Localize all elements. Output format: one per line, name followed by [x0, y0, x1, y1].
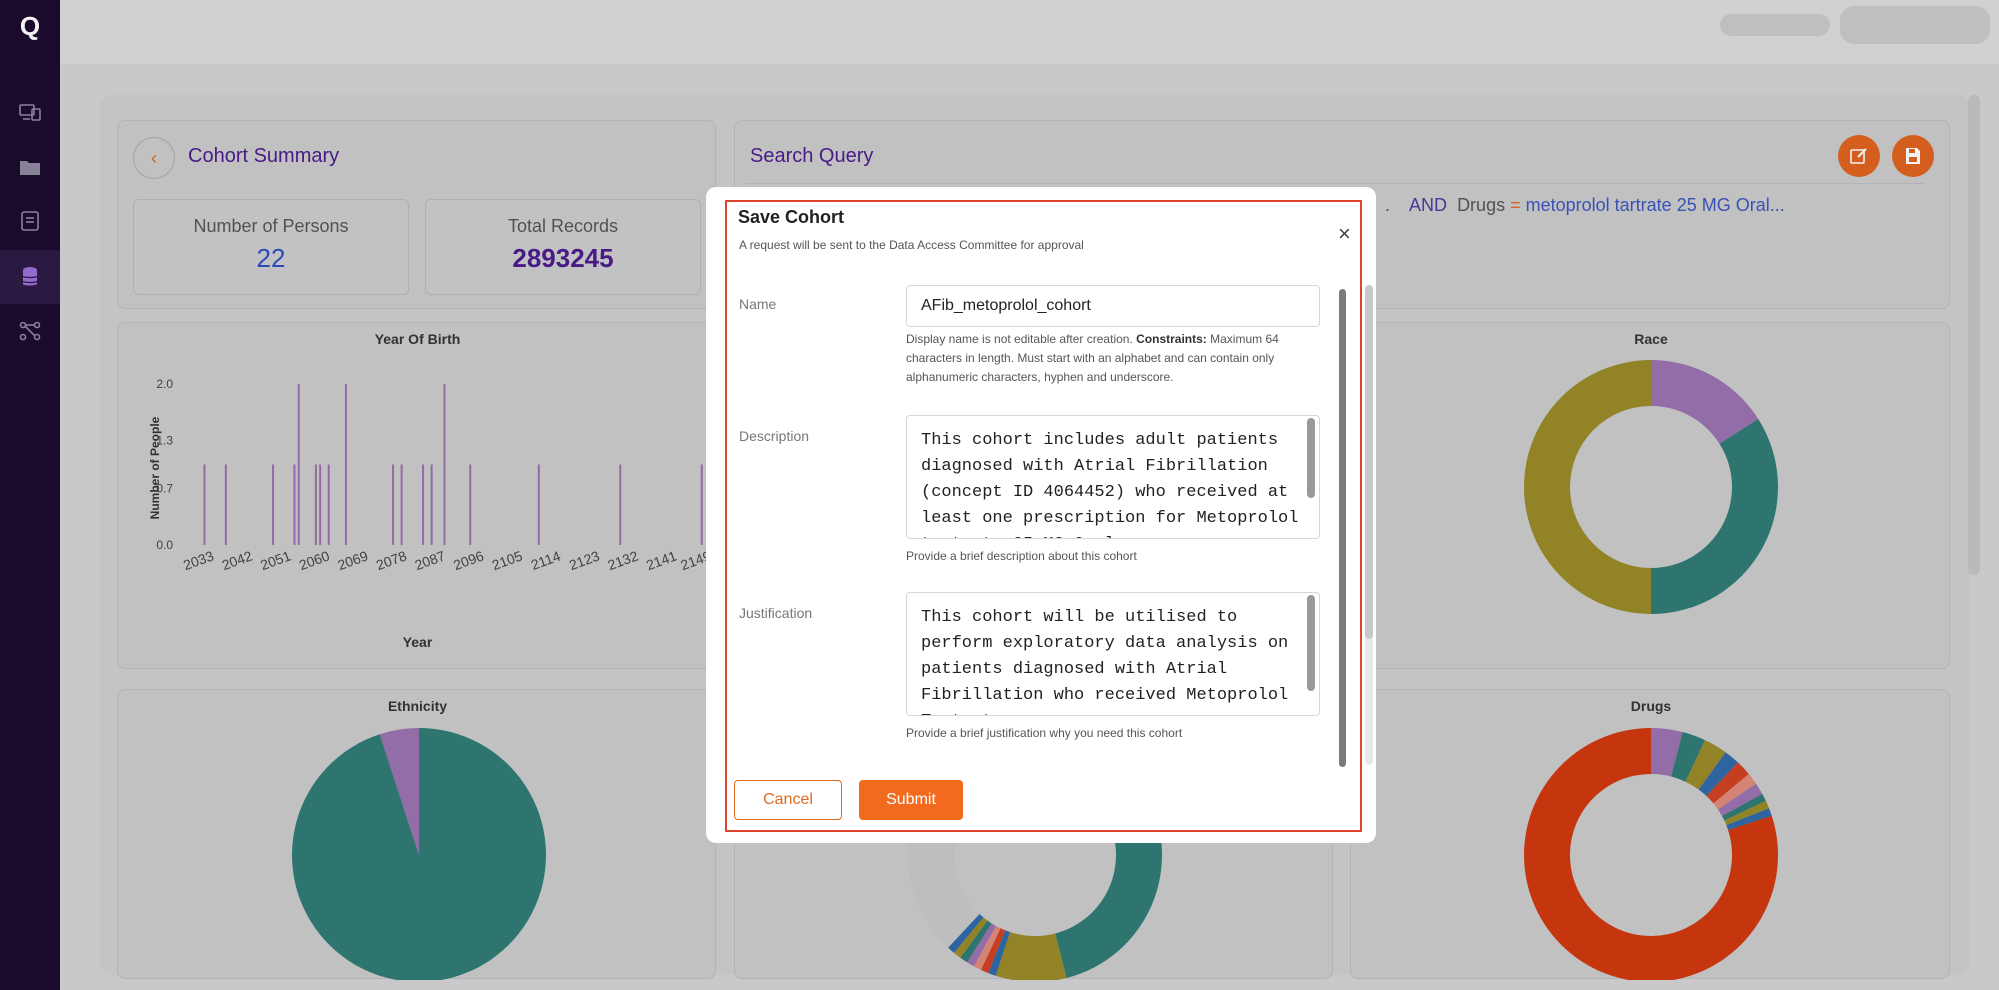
- modal-scrollbar-thumb[interactable]: [1365, 285, 1373, 639]
- textarea-scrollbar[interactable]: [1307, 418, 1315, 498]
- submit-button[interactable]: Submit: [859, 780, 963, 820]
- name-help-bold: Constraints:: [1136, 332, 1207, 346]
- textarea-scrollbar[interactable]: [1307, 595, 1315, 691]
- modal-scrollbar[interactable]: [1365, 285, 1373, 765]
- name-help-text: Display name is not editable after creat…: [906, 330, 1320, 387]
- justification-value: This cohort will be utilised to perform …: [921, 608, 1289, 715]
- name-label: Name: [739, 296, 777, 312]
- justification-help: Provide a brief justification why you ne…: [906, 726, 1183, 740]
- save-cohort-modal: Save Cohort A request will be sent to th…: [706, 187, 1376, 843]
- cancel-button[interactable]: Cancel: [734, 780, 842, 820]
- justification-textarea[interactable]: This cohort will be utilised to perform …: [906, 592, 1320, 716]
- justification-label: Justification: [739, 605, 813, 621]
- description-label: Description: [739, 428, 810, 444]
- modal-title: Save Cohort: [738, 207, 845, 227]
- description-textarea[interactable]: This cohort includes adult patients diag…: [906, 415, 1320, 539]
- description-value: This cohort includes adult patients diag…: [921, 431, 1299, 538]
- modal-subtitle: A request will be sent to the Data Acces…: [739, 238, 1084, 252]
- description-help: Provide a brief description about this c…: [906, 549, 1137, 563]
- close-icon[interactable]: ×: [1338, 223, 1351, 245]
- name-field[interactable]: AFib_metoprolol_cohort: [906, 285, 1320, 327]
- name-help-pre: Display name is not editable after creat…: [906, 332, 1137, 346]
- form-scrollbar[interactable]: [1339, 289, 1346, 767]
